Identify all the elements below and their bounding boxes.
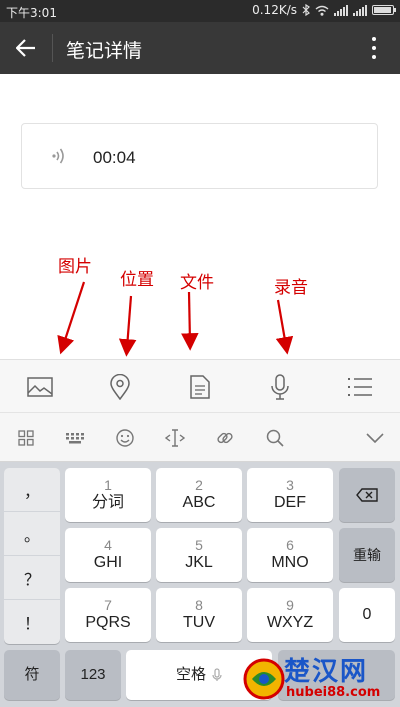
location-icon <box>110 374 130 400</box>
symbol-key[interactable]: 。 <box>4 512 60 556</box>
number-switch-label: 123 <box>80 666 106 683</box>
key-7[interactable]: 7 PQRS <box>65 588 151 642</box>
key-number: 3 <box>286 477 294 493</box>
emoji-icon <box>116 428 134 447</box>
key-4[interactable]: 4 GHI <box>65 528 151 582</box>
cursor-icon <box>165 428 185 447</box>
watermark-title: 楚汉网 <box>284 657 369 687</box>
symbol-key[interactable]: ？ <box>4 556 60 600</box>
space-label: 空格 <box>175 666 206 683</box>
note-toolbar <box>0 359 400 413</box>
arrow-image <box>57 281 86 355</box>
emoji-button[interactable] <box>100 413 150 462</box>
key-number: 4 <box>104 537 112 553</box>
key-1[interactable]: 1 分词 <box>65 468 151 522</box>
keyboard-switch-button[interactable] <box>50 413 100 462</box>
symbol-key[interactable]: ！ <box>4 600 60 644</box>
key-letters: JKL <box>185 554 213 571</box>
reinput-key[interactable]: 重输 <box>339 528 395 582</box>
key-number: 1 <box>104 477 112 493</box>
insert-location-button[interactable] <box>80 360 160 414</box>
key-letters: PQRS <box>85 614 131 631</box>
link-icon <box>217 432 233 443</box>
key-letters: MNO <box>271 554 309 571</box>
watermark-url: hubei88.com <box>286 685 381 700</box>
number-switch-key[interactable]: 123 <box>65 650 121 700</box>
insert-recording-button[interactable] <box>240 360 320 414</box>
key-letters: TUV <box>183 614 215 631</box>
key-letters: WXYZ <box>266 614 314 631</box>
key-2[interactable]: 2 ABC <box>156 468 242 522</box>
insert-file-button[interactable] <box>160 360 240 414</box>
file-icon <box>190 375 210 399</box>
key-number: 9 <box>286 597 294 613</box>
voice-input-icon <box>212 668 222 681</box>
annotation-arrows <box>57 281 294 357</box>
key-letters: DEF <box>274 494 306 511</box>
insert-list-button[interactable] <box>320 360 400 414</box>
grid-icon <box>18 429 34 446</box>
keyboard: ， 。 ？ ！ 1 分词 2 ABC 3 DEF 4 GHI 5 JKL 6 M… <box>0 462 400 707</box>
link-button[interactable] <box>200 413 250 462</box>
key-8[interactable]: 8 TUV <box>156 588 242 642</box>
symbol-switch-key[interactable]: 符 <box>4 650 60 700</box>
backspace-key[interactable] <box>339 468 395 522</box>
arrow-location <box>118 295 137 357</box>
site-watermark: 楚汉网 hubei88.com <box>240 649 400 707</box>
watermark-logo-icon <box>243 658 285 700</box>
key-number: 6 <box>286 537 294 553</box>
keyboard-icon <box>66 432 84 443</box>
key-9[interactable]: 9 WXYZ <box>247 588 333 642</box>
symbol-column: ， 。 ？ ！ <box>4 468 60 644</box>
search-icon <box>266 429 284 447</box>
microphone-icon <box>271 374 289 400</box>
ime-function-bar <box>0 413 400 462</box>
key-letters: ABC <box>182 494 216 511</box>
key-number: 7 <box>104 597 112 613</box>
list-icon <box>348 378 372 396</box>
key-5[interactable]: 5 JKL <box>156 528 242 582</box>
insert-image-button[interactable] <box>0 360 80 414</box>
key-3[interactable]: 3 DEF <box>247 468 333 522</box>
collapse-icon <box>366 432 384 443</box>
key-number: 8 <box>195 597 203 613</box>
backspace-icon <box>356 488 378 502</box>
symbol-switch-label: 符 <box>24 666 40 683</box>
key-letters: GHI <box>93 554 123 571</box>
arrow-file <box>181 291 199 351</box>
key-letters: 分词 <box>91 494 124 511</box>
symbol-key[interactable]: ， <box>4 468 60 512</box>
key-number: 5 <box>195 537 203 553</box>
key-number: 2 <box>195 477 203 493</box>
key-zero-label: 0 <box>362 606 372 623</box>
arrow-recording <box>275 299 294 355</box>
search-button[interactable] <box>250 413 300 462</box>
key-6[interactable]: 6 MNO <box>247 528 333 582</box>
ime-menu-button[interactable] <box>1 413 51 462</box>
key-0[interactable]: 0 <box>339 588 395 642</box>
image-icon <box>27 377 53 397</box>
collapse-keyboard-button[interactable] <box>350 413 400 462</box>
reinput-label: 重输 <box>353 547 381 563</box>
cursor-move-button[interactable] <box>150 413 200 462</box>
